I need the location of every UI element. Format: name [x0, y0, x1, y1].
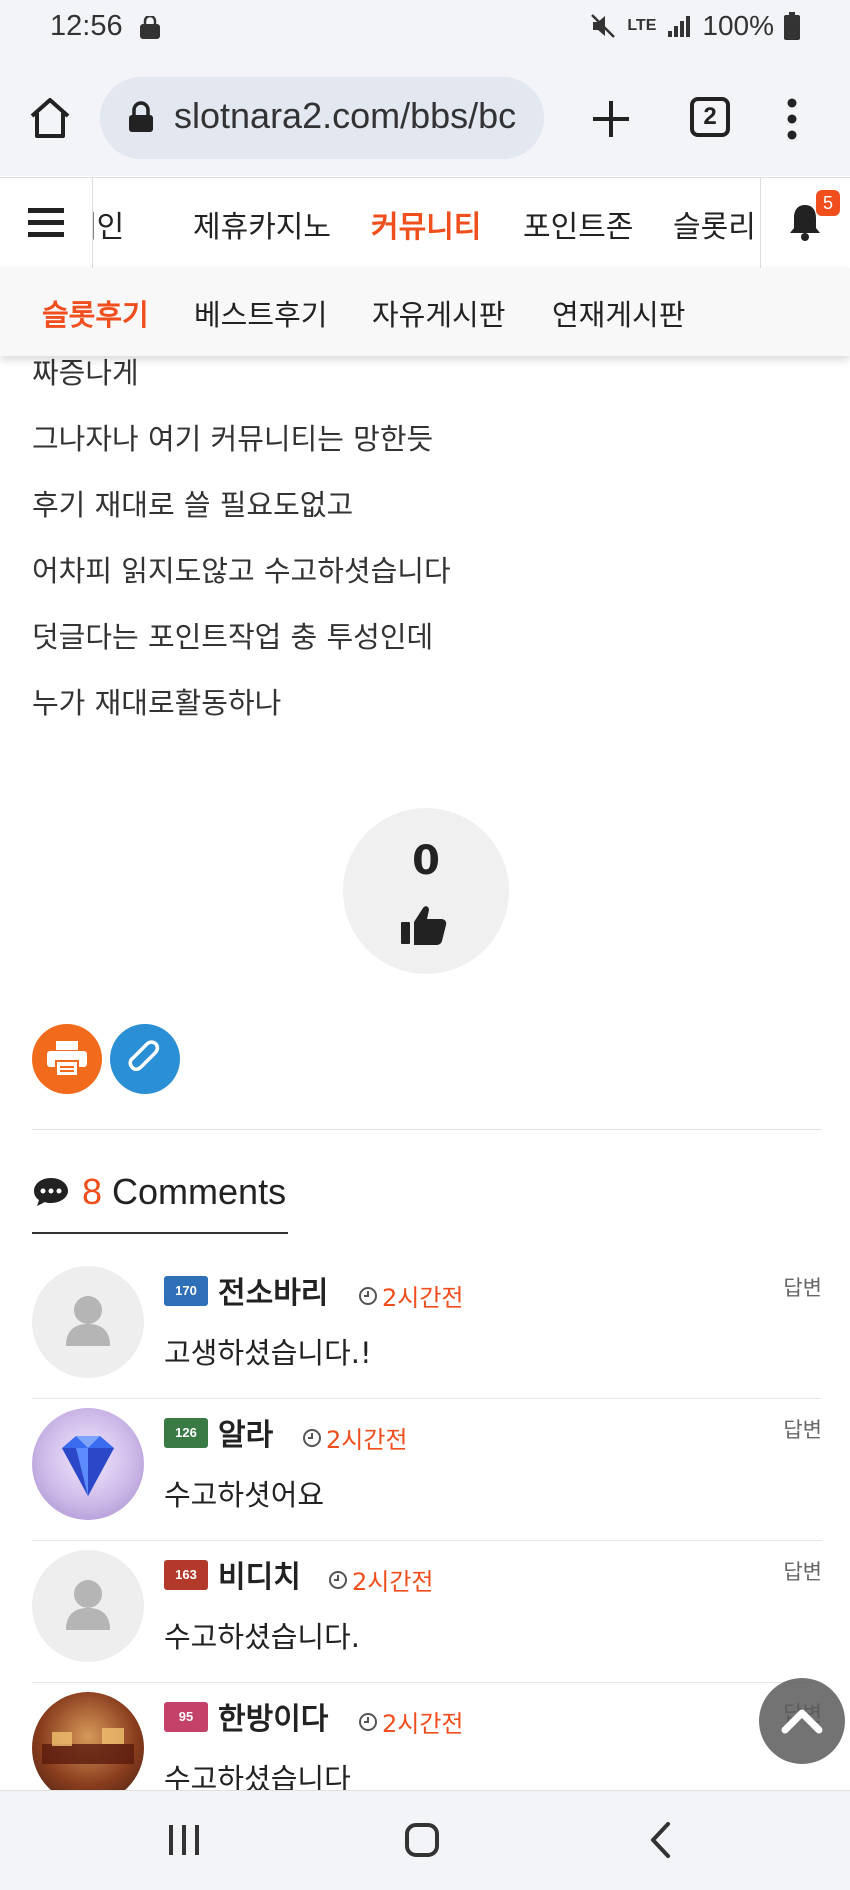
comment-author[interactable]: 전소바리: [218, 1268, 328, 1312]
status-indicators: LTE 100%: [589, 10, 800, 42]
nav-item-point-zone[interactable]: 포인트존: [523, 202, 633, 246]
avatar: [32, 1266, 144, 1378]
nav-items-scroller: 메인 제휴카지노 커뮤니티 포인트존 슬롯리: [93, 178, 759, 268]
printer-icon: [47, 1041, 87, 1077]
address-bar[interactable]: slotnara2.com/bbs/bc: [100, 77, 544, 159]
comment-time: 2시간전: [302, 1420, 408, 1455]
comment-time-text: 2시간전: [352, 1568, 434, 1596]
nav-item-partner-casino[interactable]: 제휴카지노: [193, 202, 331, 246]
print-button[interactable]: [32, 1024, 102, 1094]
notification-button[interactable]: 5: [760, 178, 850, 268]
thumbs-up-icon: [401, 906, 447, 945]
status-time: 12:56: [50, 10, 123, 42]
sub-tab-serial-board[interactable]: 연재게시판: [552, 292, 685, 334]
notification-badge: 5: [816, 190, 840, 216]
post-text-line: 어차피 읽지도않고 수고하셧습니다: [32, 554, 451, 588]
comment-text: 수고하셧어요: [164, 1478, 325, 1512]
default-avatar-icon: [66, 1296, 110, 1346]
sub-nav: 슬롯후기 베스트후기 자유게시판 연재게시판: [0, 268, 850, 356]
comments-count: 8: [82, 1171, 103, 1212]
nav-item-community[interactable]: 커뮤니티: [371, 202, 481, 246]
post-text-line: 누가 재대로활동하나: [32, 686, 282, 720]
post-text-line: 짜증나게: [32, 356, 139, 390]
home-nav-icon[interactable]: [404, 1822, 440, 1858]
like-count: 0: [412, 838, 440, 884]
battery-icon: [784, 12, 800, 40]
chevron-up-icon: [781, 1709, 823, 1734]
new-tab-icon[interactable]: [588, 96, 634, 142]
comment-item: 170 전소바리 2시간전 답변 고생하셨습니다.!: [32, 1256, 822, 1399]
like-button[interactable]: 0: [343, 808, 509, 974]
attachment-button[interactable]: [110, 1024, 180, 1094]
level-badge: 126: [164, 1418, 208, 1448]
diamond-avatar-icon: [62, 1436, 114, 1496]
back-icon[interactable]: [648, 1821, 674, 1859]
avatar: [32, 1550, 144, 1662]
scroll-to-top-button[interactable]: [759, 1678, 845, 1764]
tab-switcher-button[interactable]: 2: [690, 97, 730, 137]
level-badge: 170: [164, 1276, 208, 1306]
post-text-line: 덧글다는 포인트작업 충 투성인데: [32, 620, 434, 654]
nav-item-main[interactable]: 메인: [93, 202, 124, 246]
nav-item-slot[interactable]: 슬롯리: [673, 202, 756, 246]
more-options-icon[interactable]: [780, 94, 804, 144]
comment-time: 2시간전: [328, 1562, 434, 1597]
comment-time: 2시간전: [358, 1278, 464, 1313]
casino-avatar-icon: [42, 1728, 134, 1764]
comment-text: 수고하셨습니다: [164, 1762, 351, 1790]
home-icon[interactable]: [26, 94, 74, 142]
comment-time-text: 2시간전: [382, 1710, 464, 1738]
comment-item: 163 비디치 2시간전 답변 수고하셨습니다.: [32, 1540, 822, 1683]
comment-text: 고생하셨습니다.!: [164, 1336, 372, 1370]
recent-apps-icon[interactable]: [166, 1823, 202, 1857]
reply-button[interactable]: 답변: [783, 1414, 822, 1444]
clock-icon: [359, 1286, 377, 1305]
comment-item: 126 알라 2시간전 답변 수고하셧어요: [32, 1398, 822, 1541]
comment-author[interactable]: 알라: [218, 1410, 273, 1454]
comment-item: 95 한방이다 2시간전 답변 수고하셨습니다: [32, 1682, 822, 1790]
lock-icon: [129, 101, 153, 132]
hamburger-menu-button[interactable]: [0, 178, 93, 268]
comment-time: 2시간전: [358, 1704, 464, 1739]
level-badge: 163: [164, 1560, 208, 1590]
comment-time-text: 2시간전: [326, 1426, 408, 1454]
signal-icon: [668, 16, 691, 37]
comment-time-text: 2시간전: [382, 1284, 464, 1312]
level-badge: 95: [164, 1702, 208, 1732]
clock-icon: [359, 1712, 377, 1731]
network-label: LTE: [627, 17, 657, 34]
section-divider: [32, 1129, 822, 1130]
comments-icon: [34, 1178, 68, 1206]
sub-tab-free-board[interactable]: 자유게시판: [372, 292, 505, 334]
comment-text: 수고하셨습니다.: [164, 1620, 360, 1654]
clock-icon: [329, 1570, 347, 1589]
mute-icon: [591, 14, 616, 38]
battery-percent: 100%: [702, 10, 774, 41]
avatar: [32, 1692, 144, 1790]
site-main-nav: 메인 제휴카지노 커뮤니티 포인트존 슬롯리 5: [0, 177, 850, 269]
avatar: [32, 1408, 144, 1520]
post-text-line: 후기 재대로 쓸 필요도없고: [32, 488, 354, 522]
browser-toolbar: slotnara2.com/bbs/bc 2: [0, 60, 850, 176]
comments-underline: [32, 1232, 288, 1234]
clock-icon: [303, 1428, 321, 1447]
post-text-line: 그나자나 여기 커뮤니티는 망한듯: [32, 422, 434, 456]
shopping-bag-icon: [140, 16, 160, 39]
comment-author[interactable]: 한방이다: [218, 1694, 328, 1738]
url-text: slotnara2.com/bbs/bc: [174, 95, 517, 136]
reply-button[interactable]: 답변: [783, 1272, 822, 1302]
comment-author[interactable]: 비디치: [218, 1552, 301, 1596]
comments-header: 8 Comments: [32, 1168, 286, 1216]
status-bar: 12:56 LTE 100%: [0, 0, 850, 60]
system-nav-bar: [0, 1790, 850, 1890]
sub-tab-best-review[interactable]: 베스트후기: [194, 292, 327, 334]
page-content: 짜증나게 그나자나 여기 커뮤니티는 망한듯 후기 재대로 쓸 필요도없고 어차…: [0, 356, 850, 1790]
hamburger-icon: [28, 208, 64, 237]
sub-tab-slot-review[interactable]: 슬롯후기: [42, 292, 149, 334]
default-avatar-icon: [66, 1580, 110, 1630]
reply-button[interactable]: 답변: [783, 1556, 822, 1586]
paperclip-icon: [128, 1040, 160, 1071]
comments-label: Comments: [112, 1171, 287, 1212]
